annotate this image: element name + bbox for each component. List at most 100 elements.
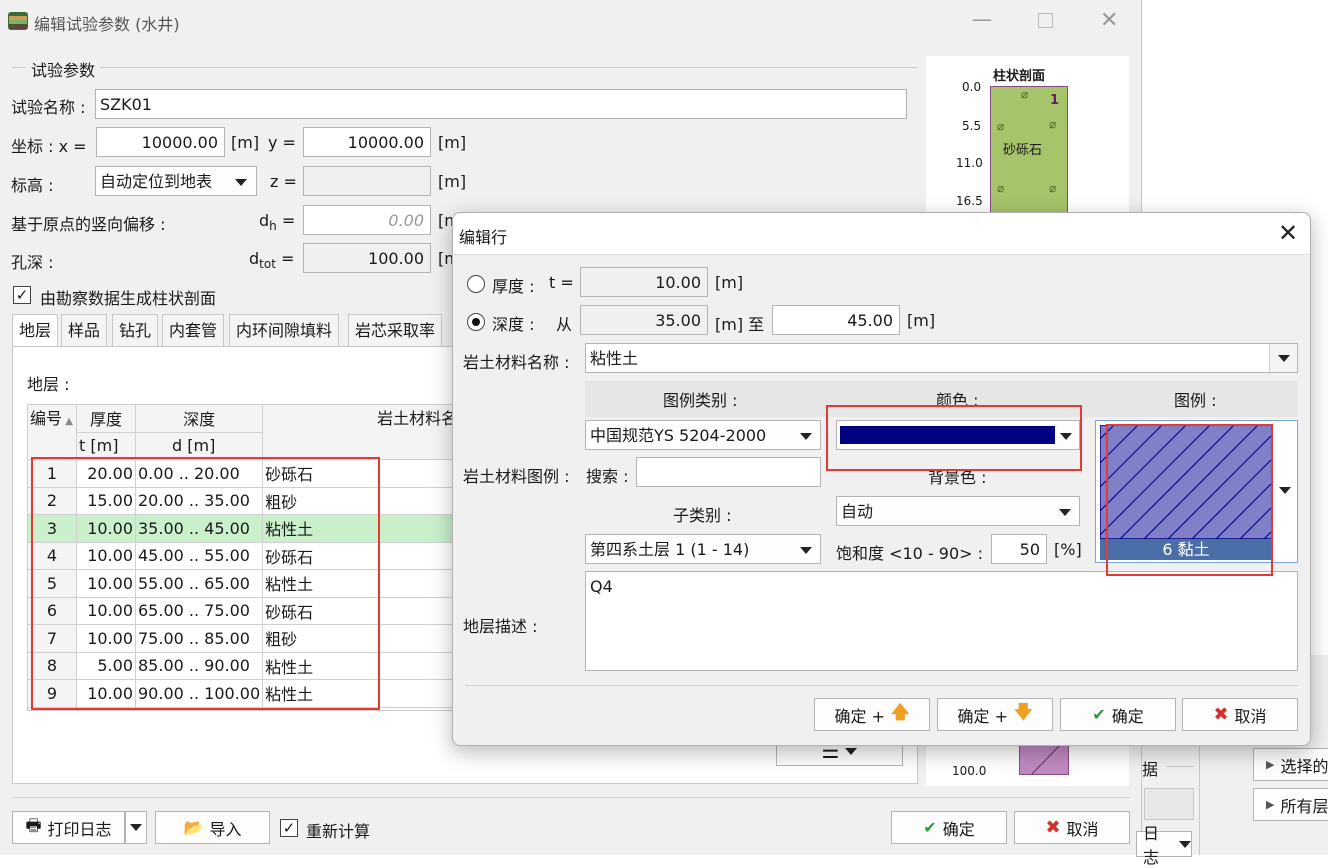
chevron-down-icon	[1059, 509, 1071, 516]
subcategory-select[interactable]: 第四系土层 1 (1 - 14)	[585, 534, 821, 564]
row-depth: 45.00 .. 55.00	[134, 541, 264, 570]
dh-subscript: h	[269, 219, 277, 234]
dialog-cancel-button[interactable]: ✖ 取消	[1182, 698, 1298, 731]
edit-row-dialog: 编辑行 ✕ 厚度 : t = 10.00 [m] 深度 : 从 35.00 [m…	[452, 212, 1311, 746]
row-thickness: 5.00	[76, 651, 136, 680]
dtot-symbol: d	[249, 249, 260, 268]
tab-core-recovery[interactable]: 岩芯采取率	[348, 314, 443, 346]
chevron-down-icon	[235, 179, 247, 186]
bg-select-label: 选择的	[1280, 756, 1328, 776]
z-unit: [m]	[438, 172, 467, 191]
z-label: z =	[270, 172, 297, 191]
color-label: 颜色 :	[936, 391, 979, 410]
profile-layer-number: 1	[1049, 93, 1059, 108]
depth-label: 深度 :	[492, 315, 535, 334]
saturation-input[interactable]: 50	[991, 534, 1047, 564]
dialog-ok-button[interactable]: ✔ 确定	[1060, 698, 1176, 731]
printer-icon: 🖶	[25, 816, 42, 836]
t-label: t =	[549, 273, 574, 292]
material-name-select[interactable]: 粘性土	[585, 343, 1298, 373]
tab-layers[interactable]: 地层	[12, 314, 59, 348]
col-header-depth-unit-label: d [m]	[172, 436, 216, 456]
tab-samples[interactable]: 样品	[61, 314, 108, 346]
depth-radio[interactable]	[467, 313, 485, 331]
to-label: [m] 至	[715, 315, 765, 334]
print-log-label: 打印日志	[47, 819, 112, 839]
close-icon: ✖	[1213, 704, 1229, 725]
col-header-thickness[interactable]: 厚度	[76, 404, 136, 433]
leaf-icon: ⌀	[1049, 117, 1057, 131]
bottom-divider	[12, 797, 1130, 798]
generate-profile-checkbox[interactable]: ✓	[13, 286, 31, 304]
minimize-icon[interactable]: —	[972, 7, 992, 31]
thickness-label: 厚度 :	[492, 277, 535, 296]
row-thickness: 15.00	[76, 486, 136, 515]
legend-type-select[interactable]: 中国规范YS 5204-2000	[585, 420, 821, 450]
dtot-equals: =	[275, 249, 295, 268]
row-thickness: 10.00	[76, 514, 136, 543]
dialog-title-bar: 编辑行 ✕	[453, 213, 1310, 255]
offset-label: 基于原点的竖向偏移 :	[11, 215, 166, 234]
t-unit: [m]	[715, 273, 744, 292]
row-no: 8	[27, 651, 77, 680]
recalc-checkbox[interactable]: ✓	[280, 819, 298, 837]
row-depth: 90.00 .. 100.00	[134, 679, 264, 708]
section-title: 试验参数	[26, 57, 101, 81]
to-input[interactable]: 45.00	[772, 305, 900, 335]
bg-log-button[interactable]: 日志	[1136, 824, 1192, 867]
elevation-select[interactable]: 自动定位到地表	[95, 166, 257, 196]
test-name-input[interactable]: SZK01	[95, 89, 907, 119]
close-icon: ✖	[1045, 817, 1061, 838]
close-icon[interactable]: ✕	[1100, 8, 1118, 33]
pattern-preview[interactable]: 6 黏土	[1095, 420, 1298, 563]
ok-next-button[interactable]: 确定 + 🡇	[937, 698, 1053, 731]
tab-inner-casing[interactable]: 内套管	[162, 314, 225, 346]
y-input[interactable]: 10000.00	[303, 127, 431, 157]
col-header-thickness-unit: t [m]	[76, 431, 136, 460]
ok-prev-label: 确定 +	[834, 706, 885, 726]
bg-all-button[interactable]: ▶ 所有层	[1253, 788, 1328, 821]
print-log-dropdown[interactable]	[125, 811, 147, 844]
profile-tick-3: 16.5	[956, 194, 983, 208]
material-name-dropdown[interactable]	[1269, 344, 1297, 372]
main-ok-button[interactable]: ✔ 确定	[891, 811, 1007, 844]
bg-color-value: 自动	[841, 502, 874, 521]
x-input[interactable]: 10000.00	[96, 127, 225, 157]
x-unit: [m]	[231, 133, 260, 152]
bg-fragment-ju: 据	[1142, 760, 1159, 779]
main-cancel-button[interactable]: ✖ 取消	[1014, 811, 1130, 844]
row-no: 3	[27, 514, 77, 543]
tab-drilling[interactable]: 钻孔	[112, 314, 159, 346]
col-header-no[interactable]: 编号 ▲	[27, 404, 77, 460]
row-depth: 0.00 .. 20.00	[134, 459, 264, 488]
material-name-label: 岩土材料名称 :	[463, 353, 570, 372]
bg-color-select[interactable]: 自动	[836, 496, 1080, 526]
chevron-down-icon	[800, 547, 812, 554]
col-header-depth[interactable]: 深度	[134, 404, 264, 433]
print-log-button[interactable]: 🖶 打印日志	[12, 811, 125, 844]
chevron-down-icon	[800, 433, 812, 440]
row-thickness: 10.00	[76, 596, 136, 625]
dh-symbol: d	[259, 211, 270, 230]
sort-asc-icon: ▲	[62, 416, 73, 427]
dh-input[interactable]: 0.00	[303, 205, 431, 235]
thickness-radio[interactable]	[467, 275, 485, 293]
maximize-icon[interactable]	[1038, 13, 1053, 28]
bg-select-button[interactable]: ▶ 选择的	[1253, 748, 1328, 781]
ok-prev-button[interactable]: 确定 + 🡅	[814, 698, 930, 731]
import-button[interactable]: 📂 导入	[155, 811, 270, 844]
dh-equals: =	[276, 211, 296, 230]
color-select[interactable]	[836, 420, 1080, 450]
tab-annular-fill[interactable]: 内环间隙填料	[229, 314, 340, 346]
clay-hatch-pattern-icon	[1100, 425, 1272, 539]
close-icon[interactable]: ✕	[1278, 219, 1298, 247]
window-title: 编辑试验参数 (水井)	[34, 15, 180, 34]
description-textarea[interactable]: Q4	[585, 571, 1298, 671]
profile-tick-1: 5.5	[962, 119, 982, 133]
col-header-thickness-unit-label: t [m]	[79, 436, 119, 456]
search-input[interactable]	[636, 457, 821, 487]
leaf-icon: ⌀	[997, 181, 1005, 195]
material-legend-label: 岩土材料图例 :	[463, 467, 570, 486]
from-input: 35.00	[580, 305, 708, 335]
row-no: 9	[27, 679, 77, 708]
